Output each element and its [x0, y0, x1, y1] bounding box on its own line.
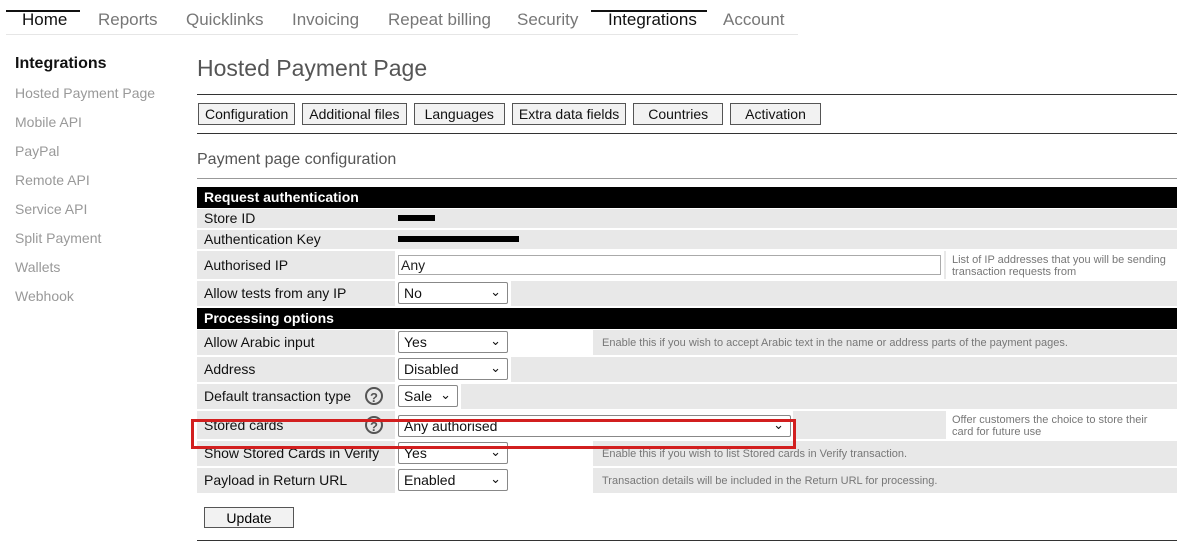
default-transaction-type-select[interactable]: Sale ⌄ [398, 385, 458, 407]
row-store-id: Store ID [197, 209, 1177, 228]
subtab-activation[interactable]: Activation [730, 103, 821, 125]
authorised-ip-note: List of IP addresses that you will be se… [946, 251, 1177, 279]
verify-note: Enable this if you wish to list Stored c… [602, 448, 908, 460]
chevron-down-icon: ⌄ [490, 333, 501, 348]
sidebar: Integrations Hosted Payment Page Mobile … [15, 55, 155, 317]
row-allow-arabic: Allow Arabic input Yes ⌄ Enable this if … [197, 330, 1177, 355]
chevron-down-icon: ⌄ [490, 360, 501, 375]
section-header-processing-options: Processing options [197, 308, 1177, 329]
page-title: Hosted Payment Page [197, 55, 428, 81]
divider [197, 178, 1177, 179]
allow-arabic-select[interactable]: Yes ⌄ [398, 331, 508, 353]
allow-tests-label: Allow tests from any IP [204, 285, 347, 301]
row-authentication-key: Authentication Key [197, 230, 1177, 249]
subtab-additional-files[interactable]: Additional files [302, 103, 407, 125]
sidebar-item-wallets[interactable]: Wallets [15, 259, 155, 288]
sidebar-item-remote-api[interactable]: Remote API [15, 172, 155, 201]
payload-return-url-select[interactable]: Enabled ⌄ [398, 469, 508, 491]
top-nav: Home Reports Quicklinks Invoicing Repeat… [6, 0, 798, 35]
subtab-configuration[interactable]: Configuration [198, 103, 296, 125]
subtab-extra-data-fields[interactable]: Extra data fields [511, 103, 627, 125]
allow-arabic-value: Yes [404, 334, 427, 350]
tab-integrations[interactable]: Integrations [608, 10, 697, 30]
sidebar-item-paypal[interactable]: PayPal [15, 143, 155, 172]
tab-security[interactable]: Security [517, 10, 578, 30]
tab-quicklinks[interactable]: Quicklinks [186, 10, 263, 30]
authorised-ip-input[interactable]: Any [398, 255, 941, 275]
redacted-auth-key [398, 236, 519, 242]
chevron-down-icon: ⌄ [440, 387, 451, 402]
payload-label: Payload in Return URL [204, 472, 348, 488]
address-value: Disabled [404, 361, 459, 377]
payload-note: Transaction details will be included in … [602, 475, 938, 487]
subtabs: Configuration Additional files Languages… [198, 103, 821, 125]
divider [197, 133, 1177, 134]
allow-tests-value: No [404, 285, 422, 301]
row-default-transaction-type: Default transaction type ? Sale ⌄ [197, 384, 1177, 409]
tab-repeat-billing[interactable]: Repeat billing [388, 10, 491, 30]
store-id-label: Store ID [204, 210, 256, 226]
allow-tests-select[interactable]: No ⌄ [398, 282, 508, 304]
row-payload-return-url: Payload in Return URL Enabled ⌄ Transact… [197, 468, 1177, 493]
auth-key-label: Authentication Key [204, 231, 321, 247]
divider [197, 94, 1177, 95]
address-label: Address [204, 361, 256, 377]
authorised-ip-label: Authorised IP [204, 257, 289, 273]
payload-value: Enabled [404, 472, 456, 488]
tab-account[interactable]: Account [723, 10, 784, 30]
sidebar-item-hosted-payment-page[interactable]: Hosted Payment Page [15, 85, 155, 114]
store-id-value [395, 209, 1175, 228]
tab-invoicing[interactable]: Invoicing [292, 10, 359, 30]
question-circle-icon[interactable]: ? [365, 387, 383, 405]
tab-reports[interactable]: Reports [98, 10, 158, 30]
subtab-countries[interactable]: Countries [633, 103, 724, 125]
allow-arabic-note: Enable this if you wish to accept Arabic… [602, 337, 1068, 349]
stored-cards-highlight [191, 419, 796, 449]
sidebar-item-webhook[interactable]: Webhook [15, 288, 155, 317]
section-title: Payment page configuration [197, 151, 397, 168]
sidebar-item-service-api[interactable]: Service API [15, 201, 155, 230]
address-select[interactable]: Disabled ⌄ [398, 358, 508, 380]
allow-arabic-label: Allow Arabic input [204, 334, 315, 350]
sidebar-item-mobile-api[interactable]: Mobile API [15, 114, 155, 143]
sidebar-item-split-payment[interactable]: Split Payment [15, 230, 155, 259]
default-tx-label: Default transaction type [204, 388, 352, 404]
chevron-down-icon: ⌄ [490, 284, 501, 299]
row-authorised-ip: Authorised IP Any List of IP addresses t… [197, 251, 1177, 279]
section-header-request-authentication: Request authentication [197, 187, 1177, 208]
sidebar-heading: Integrations [15, 55, 107, 72]
update-button[interactable]: Update [204, 507, 294, 528]
redacted-store-id [398, 215, 435, 221]
tab-home[interactable]: Home [22, 10, 67, 30]
subtab-languages[interactable]: Languages [413, 103, 505, 125]
stored-cards-note: Offer customers the choice to store thei… [946, 411, 1177, 439]
row-address: Address Disabled ⌄ [197, 357, 1177, 382]
default-tx-value: Sale [404, 388, 433, 404]
row-allow-tests: Allow tests from any IP No ⌄ [197, 281, 1177, 306]
divider [197, 540, 1177, 541]
chevron-down-icon: ⌄ [490, 471, 501, 486]
